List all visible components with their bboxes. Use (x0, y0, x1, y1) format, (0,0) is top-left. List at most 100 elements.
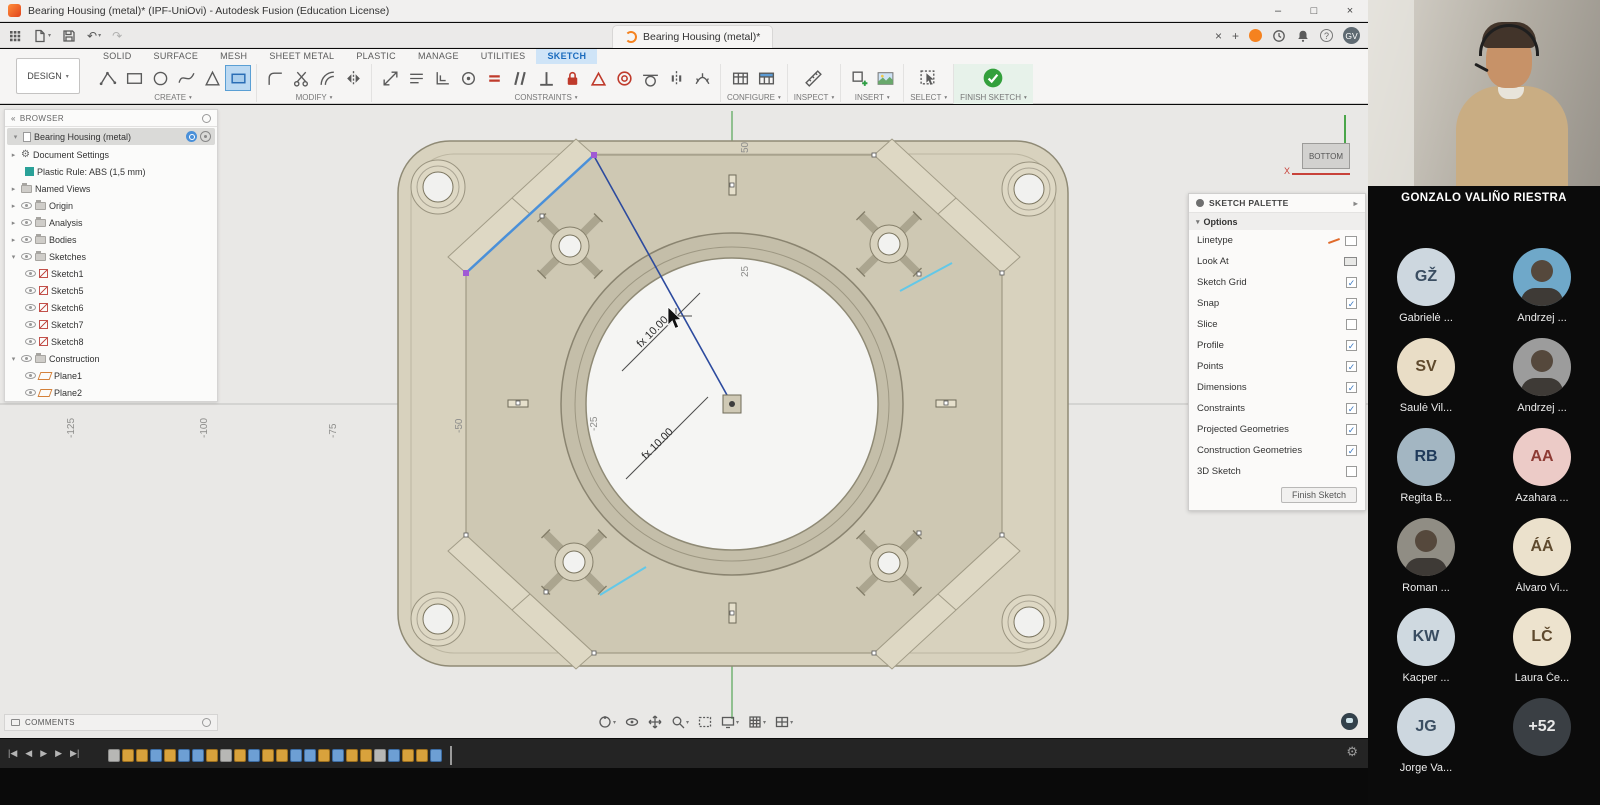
parallel-constraint-icon[interactable] (508, 66, 532, 90)
timeline-feature-icon[interactable] (248, 749, 260, 762)
browser-item-origin[interactable]: ▸ Origin (5, 197, 217, 214)
sketch-dimension-icon[interactable] (378, 66, 402, 90)
expand-arrow-icon[interactable]: ▸ (9, 185, 18, 193)
fit-icon[interactable] (698, 715, 712, 729)
look-at-icon[interactable] (625, 715, 639, 729)
insert-image-icon[interactable] (873, 66, 897, 90)
view-cube[interactable]: BOTTOM X (1284, 115, 1368, 183)
user-avatar[interactable]: GV (1343, 27, 1360, 44)
visibility-eye-icon[interactable] (21, 202, 32, 209)
concentric-constraint-icon[interactable] (612, 66, 636, 90)
trim-scissors-icon[interactable] (289, 66, 313, 90)
timeline-go-start-button[interactable]: |◀ (8, 746, 17, 760)
tab-plastic[interactable]: PLASTIC (345, 49, 407, 64)
timeline-feature-icon[interactable] (150, 749, 162, 762)
assistant-button[interactable] (1341, 713, 1358, 730)
symmetry-constraint-icon[interactable] (664, 66, 688, 90)
spline-icon[interactable] (174, 66, 198, 90)
sketch-grid-checkbox[interactable] (1346, 277, 1357, 288)
participant-avatar[interactable]: LČ (1513, 608, 1571, 666)
participant-avatar[interactable]: RB (1397, 428, 1455, 486)
participant-avatar[interactable]: AA (1513, 428, 1571, 486)
redo-icon[interactable]: ↷ (112, 30, 122, 42)
expand-arrow-icon[interactable]: ▸ (9, 236, 18, 244)
new-document-icon[interactable]: + (1232, 29, 1239, 43)
browser-item-bodies[interactable]: ▸ Bodies (5, 231, 217, 248)
participant-tile[interactable]: GŽ Gabrielė ... (1374, 248, 1478, 326)
group-label-constraints[interactable]: CONSTRAINTS (514, 93, 571, 102)
timeline-feature-icon[interactable] (402, 749, 414, 762)
timeline-feature-icon[interactable] (276, 749, 288, 762)
timeline-go-end-button[interactable]: ▶| (70, 746, 79, 760)
browser-item-construction[interactable]: ▾ Construction (5, 350, 217, 367)
group-label-finish-sketch[interactable]: FINISH SKETCH (960, 93, 1021, 102)
job-status-badge[interactable] (1249, 29, 1262, 42)
display-settings-icon[interactable]: ▾ (721, 715, 739, 729)
timeline-feature-icon[interactable] (136, 749, 148, 762)
visibility-eye-icon[interactable] (25, 304, 36, 311)
minimize-button[interactable]: – (1260, 0, 1296, 22)
line-icon[interactable] (96, 66, 120, 90)
selected-endpoint[interactable] (591, 152, 597, 158)
expand-arrow-icon[interactable]: ▾ (9, 253, 18, 261)
group-label-insert[interactable]: INSERT (855, 93, 884, 102)
finish-sketch-icon[interactable] (981, 66, 1005, 90)
participant-avatar[interactable]: KW (1397, 608, 1455, 666)
participant-tile[interactable]: LČ Laura Če... (1490, 608, 1594, 686)
participant-tile[interactable]: Roman ... (1374, 518, 1478, 596)
participant-tile[interactable]: Andrzej ... (1490, 338, 1594, 416)
timeline-feature-icon[interactable] (430, 749, 442, 762)
group-label-modify[interactable]: MODIFY (296, 93, 327, 102)
selected-endpoint[interactable] (463, 270, 469, 276)
browser-item-root[interactable]: ▾ Bearing Housing (metal) (7, 128, 215, 145)
search-icon[interactable] (186, 131, 197, 142)
cone-icon[interactable] (200, 66, 224, 90)
browser-item-plane2[interactable]: Plane2 (5, 384, 217, 401)
rectangle-icon[interactable] (122, 66, 146, 90)
participant-tile[interactable]: JG Jorge Va... (1374, 698, 1478, 776)
timeline-feature-icon[interactable] (332, 749, 344, 762)
visibility-eye-icon[interactable] (25, 321, 36, 328)
visibility-eye-icon[interactable] (21, 355, 32, 362)
close-button[interactable]: × (1332, 0, 1368, 22)
mirror-icon[interactable] (341, 66, 365, 90)
offset-icon[interactable] (315, 66, 339, 90)
visibility-eye-icon[interactable] (21, 253, 32, 260)
visibility-eye-icon[interactable] (21, 236, 32, 243)
participant-avatar[interactable]: GŽ (1397, 248, 1455, 306)
measure-icon[interactable] (802, 66, 826, 90)
snap-checkbox[interactable] (1346, 298, 1357, 309)
timeline-feature-icon[interactable] (206, 749, 218, 762)
palette-header[interactable]: SKETCH PALETTE ▸ (1189, 194, 1365, 213)
participant-avatar[interactable]: ÁÁ (1513, 518, 1571, 576)
visibility-eye-icon[interactable] (25, 372, 36, 379)
viewports-icon[interactable]: ▾ (775, 715, 793, 729)
participant-overflow-avatar[interactable]: +52 (1513, 698, 1571, 756)
browser-item-sketch8[interactable]: Sketch8 (5, 333, 217, 350)
maximize-button[interactable]: □ (1296, 0, 1332, 22)
construction-geometries-checkbox[interactable] (1346, 445, 1357, 456)
participant-avatar[interactable] (1513, 338, 1571, 396)
triangle-constraint-icon[interactable] (586, 66, 610, 90)
timeline-feature-icon[interactable] (234, 749, 246, 762)
circle-icon[interactable] (148, 66, 172, 90)
curvature-constraint-icon[interactable] (690, 66, 714, 90)
active-rectangle-tool-icon[interactable] (226, 66, 250, 90)
tab-surface[interactable]: SURFACE (143, 49, 210, 64)
timeline-feature-icon[interactable] (192, 749, 204, 762)
browser-item-sketch7[interactable]: Sketch7 (5, 316, 217, 333)
view-cube-face[interactable]: BOTTOM (1302, 143, 1350, 169)
timeline-feature-icon[interactable] (360, 749, 372, 762)
table-icon[interactable] (729, 66, 753, 90)
timeline-step-back-button[interactable]: ◀ (25, 746, 32, 760)
linetype-construction-icon[interactable] (1345, 236, 1357, 246)
projected-geometries-checkbox[interactable] (1346, 424, 1357, 435)
document-tab[interactable]: Bearing Housing (metal)* (612, 25, 773, 48)
browser-item-plane1[interactable]: Plane1 (5, 367, 217, 384)
grid-settings-icon[interactable]: ▾ (748, 715, 766, 729)
tab-manage[interactable]: MANAGE (407, 49, 470, 64)
select-cursor-icon[interactable] (917, 66, 941, 90)
target-icon[interactable] (200, 131, 211, 142)
expand-arrow-icon[interactable]: ▸ (9, 151, 18, 159)
save-icon[interactable] (62, 29, 76, 43)
